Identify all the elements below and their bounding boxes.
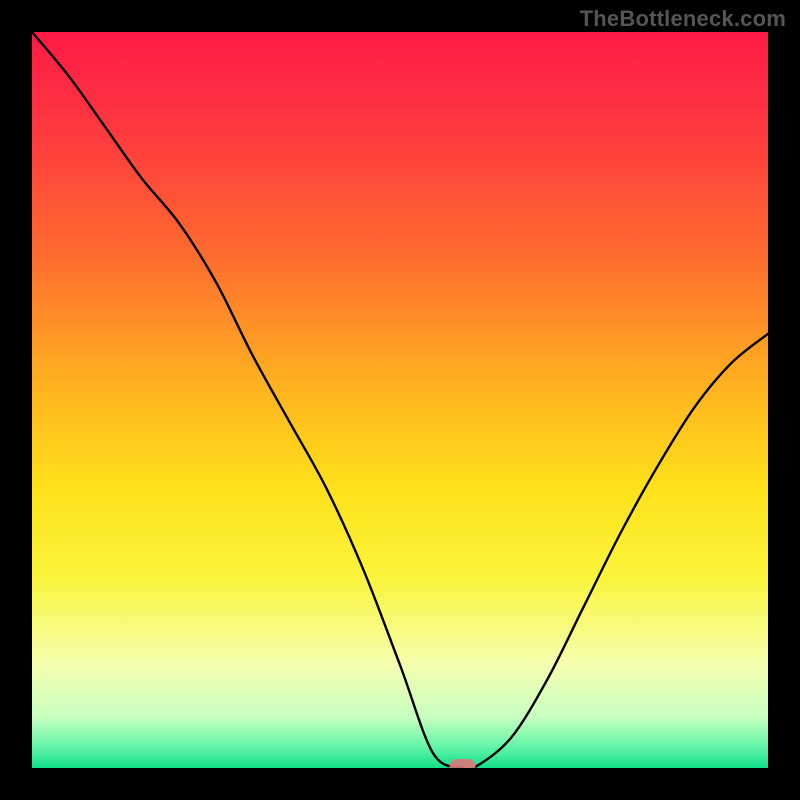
chart-frame: TheBottleneck.com [0,0,800,800]
plot-svg [32,32,768,768]
optimum-marker [450,759,476,768]
plot-background [32,32,768,768]
plot-area [32,32,768,768]
watermark-text: TheBottleneck.com [580,6,786,32]
